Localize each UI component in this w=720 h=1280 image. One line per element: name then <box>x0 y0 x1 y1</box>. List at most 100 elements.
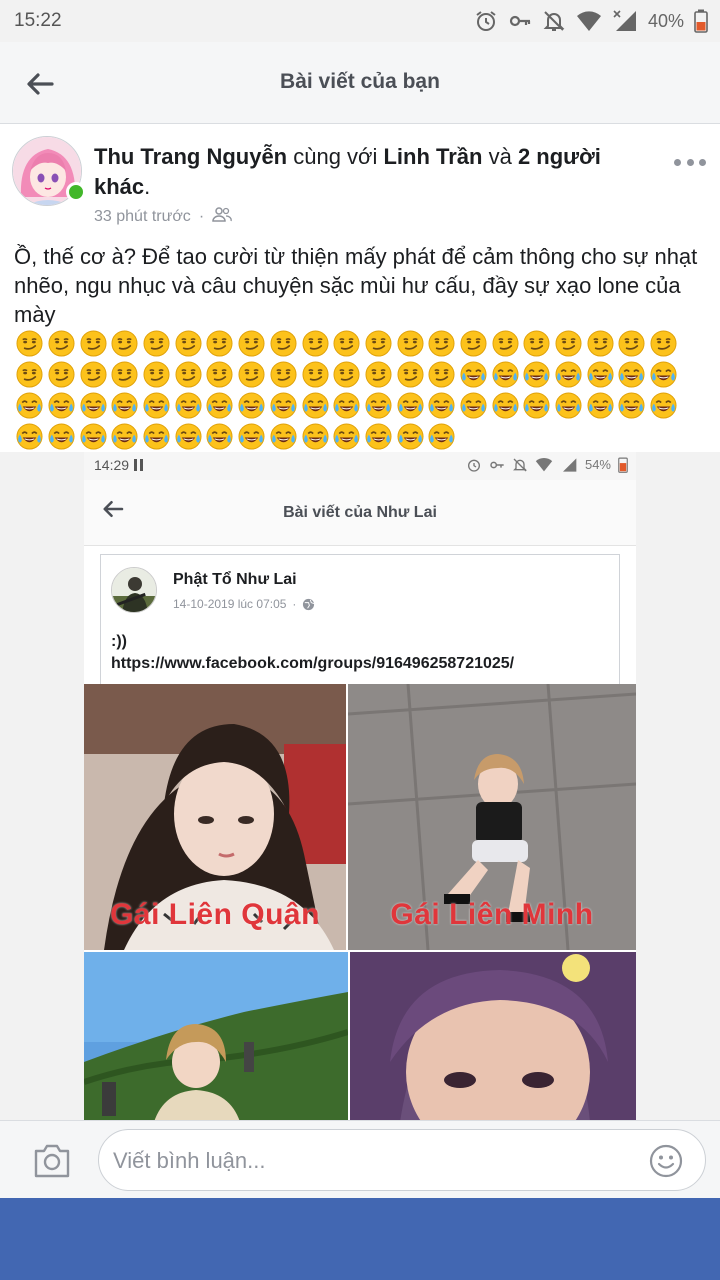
smirk-emoji-icon <box>426 359 458 390</box>
smirk-emoji-icon <box>141 328 173 359</box>
page-title: Bài viết của bạn <box>280 70 440 93</box>
smirk-emoji-icon <box>616 328 648 359</box>
camera-button[interactable] <box>32 1143 72 1179</box>
comment-placeholder: Viết bình luận... <box>113 1148 266 1173</box>
embedded-post-card: Phật Tổ Như Lai 14-10-2019 lúc 07:05 · :… <box>100 554 620 694</box>
more-horizontal-icon <box>674 158 681 166</box>
signal-icon <box>562 457 577 472</box>
joy-emoji-icon <box>394 390 426 421</box>
smirk-emoji-icon <box>489 328 521 359</box>
smirk-emoji-icon <box>14 328 46 359</box>
bottom-nav-bar <box>0 1198 720 1280</box>
battery-level: 40% <box>647 10 684 31</box>
caption-lien-quan: Gái Liên Quân <box>110 898 320 931</box>
wifi-icon <box>576 10 602 32</box>
joy-emoji-icon <box>616 390 648 421</box>
embedded-status-time: 14:29 <box>94 457 145 473</box>
embedded-author: Phật Tổ Như Lai <box>173 571 297 588</box>
post-image[interactable]: 14:29 54% Bài viết của Như Lai Phật Tổ N… <box>0 452 720 1122</box>
joy-emoji-icon <box>236 421 268 452</box>
joy-emoji-icon <box>46 390 78 421</box>
smirk-emoji-icon <box>204 359 236 390</box>
joy-emoji-icon <box>299 421 331 452</box>
embedded-status-bar: 14:29 54% <box>84 452 636 480</box>
more-dot <box>699 158 706 166</box>
smirk-emoji-icon <box>268 359 300 390</box>
smirk-emoji-icon <box>268 328 300 359</box>
smirk-emoji-icon <box>14 359 46 390</box>
emoji-button[interactable] <box>649 1144 683 1178</box>
more-dot <box>686 158 694 166</box>
comment-bar: Viết bình luận... <box>0 1120 720 1198</box>
alarm-icon <box>467 459 480 472</box>
comment-input[interactable]: Viết bình luận... <box>98 1129 706 1191</box>
joy-emoji-icon <box>489 390 521 421</box>
joy-emoji-icon <box>204 421 236 452</box>
joy-emoji-icon <box>331 390 363 421</box>
joy-emoji-icon <box>331 421 363 452</box>
joy-emoji-icon <box>521 359 553 390</box>
joy-emoji-icon <box>109 390 141 421</box>
photo-bottom-left <box>84 952 348 1122</box>
smirk-emoji-icon <box>521 328 553 359</box>
embedded-link: https://www.facebook.com/groups/91649625… <box>111 655 515 672</box>
joy-emoji-icon <box>584 359 616 390</box>
joy-emoji-icon <box>553 359 585 390</box>
smirk-emoji-icon <box>172 359 204 390</box>
smirk-emoji-icon <box>394 359 426 390</box>
smirk-emoji-icon <box>109 328 141 359</box>
smirk-emoji-icon <box>236 359 268 390</box>
friends-icon <box>212 206 232 227</box>
joy-emoji-icon <box>299 390 331 421</box>
emoji-row <box>14 328 704 359</box>
joy-emoji-icon <box>553 390 585 421</box>
joy-emoji-icon <box>584 390 616 421</box>
tagged-name[interactable]: Linh Trần <box>383 144 482 169</box>
embedded-photo-grid: Gái Liên Quân Gái Liên Minh <box>84 684 636 1122</box>
alarm-icon <box>474 9 498 33</box>
joy-emoji-icon <box>458 359 490 390</box>
emoji-grid <box>14 328 704 452</box>
joy-emoji-icon <box>204 390 236 421</box>
bell-off-icon <box>513 458 527 471</box>
wifi-icon <box>535 457 553 472</box>
joy-emoji-icon <box>77 390 109 421</box>
joy-emoji-icon <box>648 390 680 421</box>
embedded-text: :)) https://www.facebook.com/groups/9164… <box>111 631 514 675</box>
smirk-emoji-icon <box>331 359 363 390</box>
with-text: cùng với <box>287 144 384 169</box>
joy-emoji-icon <box>521 390 553 421</box>
photo-bottom-right <box>350 952 636 1122</box>
status-bar: 15:22 40% <box>0 0 720 42</box>
smirk-emoji-icon <box>426 328 458 359</box>
joy-emoji-icon <box>236 390 268 421</box>
smirk-emoji-icon <box>299 328 331 359</box>
period: . <box>144 174 151 199</box>
embedded-status-icons: 54% <box>466 456 628 473</box>
battery-icon <box>618 457 628 473</box>
joy-emoji-icon <box>172 421 204 452</box>
smirk-emoji-icon <box>236 328 268 359</box>
smirk-emoji-icon <box>299 359 331 390</box>
author-name[interactable]: Thu Trang Nguyễn <box>94 144 287 169</box>
joy-emoji-icon <box>489 359 521 390</box>
joy-emoji-icon <box>141 390 173 421</box>
smirk-emoji-icon <box>172 328 204 359</box>
joy-emoji-icon <box>426 421 458 452</box>
emoji-row <box>14 390 704 421</box>
joy-emoji-icon <box>141 421 173 452</box>
joy-emoji-icon <box>14 390 46 421</box>
globe-icon <box>303 598 315 610</box>
joy-emoji-icon <box>426 390 458 421</box>
joy-emoji-icon <box>268 390 300 421</box>
key-icon <box>508 9 532 33</box>
more-options-button[interactable] <box>674 152 706 172</box>
smirk-emoji-icon <box>553 328 585 359</box>
emoji-row <box>14 359 704 390</box>
embedded-app-bar: Bài viết của Như Lai <box>84 480 636 546</box>
post-time[interactable]: 33 phút trước <box>94 208 191 226</box>
smirk-emoji-icon <box>458 328 490 359</box>
joy-emoji-icon <box>363 421 395 452</box>
signal-icon <box>612 9 638 33</box>
smirk-emoji-icon <box>331 328 363 359</box>
